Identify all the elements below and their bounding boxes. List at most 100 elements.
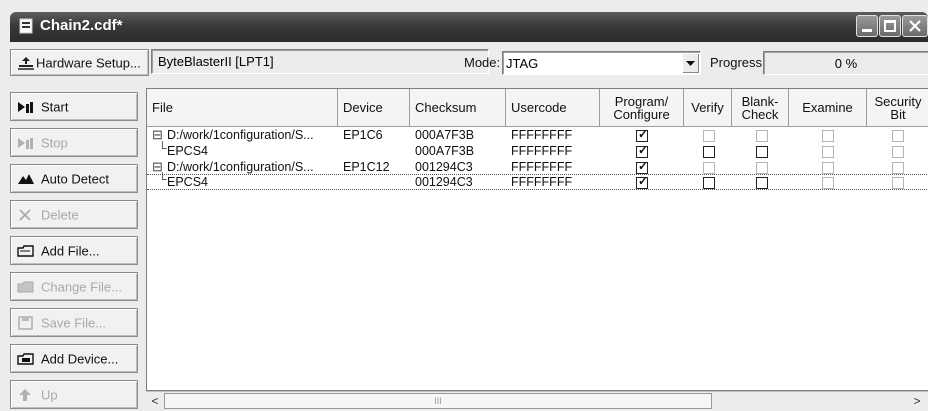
add-device-icon: [17, 352, 34, 365]
add-device-button[interactable]: Add Device...: [10, 344, 138, 373]
usercode-cell: FFFFFFFF: [511, 128, 573, 142]
verify-checkbox[interactable]: [703, 177, 715, 189]
title-bar[interactable]: Chain2.cdf*: [10, 12, 928, 42]
usercode-cell: FFFFFFFF: [511, 175, 573, 189]
add-file-button[interactable]: Add File...: [10, 236, 138, 265]
horizontal-scrollbar[interactable]: < III >: [146, 391, 928, 411]
verify-checkbox[interactable]: [703, 162, 715, 174]
programmer-window-icon: [19, 18, 33, 34]
auto-detect-icon: [18, 173, 34, 184]
scroll-right-icon[interactable]: >: [909, 393, 925, 409]
up-label: Up: [41, 387, 58, 402]
start-label: Start: [41, 99, 69, 114]
column-header-blank-check[interactable]: Blank- Check: [732, 89, 789, 127]
change-file-button[interactable]: Change File...: [10, 272, 138, 301]
checkmark-icon: ✓: [638, 174, 649, 188]
security-bit-checkbox[interactable]: [892, 146, 904, 158]
progress-bar: 0 %: [763, 51, 928, 75]
device-cell: EP1C6: [343, 128, 383, 142]
mode-value: JTAG: [506, 56, 539, 71]
progress-label: Progress:: [710, 55, 766, 70]
blank-check-checkbox[interactable]: [756, 130, 768, 142]
column-header-usercode[interactable]: Usercode: [506, 89, 600, 127]
verify-checkbox[interactable]: [703, 130, 715, 142]
column-header-security-bit[interactable]: Security Bit: [867, 89, 928, 127]
scrollbar-thumb[interactable]: III: [164, 393, 712, 409]
add-file-icon: [17, 244, 34, 257]
chain-window: Chain2.cdf* Hardware Setup... ByteBlaste…: [0, 0, 928, 411]
start-button[interactable]: Start: [10, 92, 138, 121]
checkmark-icon: ✓: [638, 127, 649, 141]
sidebar: Start Stop Auto Detect Delete Add File..…: [10, 82, 146, 411]
device-cell: EP1C12: [343, 160, 390, 174]
program-configure-checkbox[interactable]: ✓: [636, 174, 649, 189]
program-configure-checkbox[interactable]: ✓: [636, 127, 649, 142]
start-icon: [18, 101, 33, 113]
security-bit-checkbox[interactable]: [892, 177, 904, 189]
add-device-label: Add Device...: [41, 351, 119, 366]
examine-checkbox[interactable]: [822, 162, 834, 174]
progress-value: 0 %: [834, 56, 858, 71]
delete-label: Delete: [41, 207, 79, 222]
save-file-button[interactable]: Save File...: [10, 308, 138, 337]
stop-icon: [18, 137, 33, 149]
table-row[interactable]: └ EPCS4 001294C3 FFFFFFFF ✓: [147, 172, 928, 190]
checksum-cell: 000A7F3B: [415, 144, 475, 158]
add-file-label: Add File...: [41, 243, 100, 258]
file-cell: D:/work/1configuration/S...: [167, 128, 314, 142]
scroll-left-icon[interactable]: <: [147, 393, 163, 409]
chevron-down-icon: [686, 61, 695, 66]
toolbar: Hardware Setup... ByteBlasterII [LPT1] M…: [10, 42, 928, 81]
examine-checkbox[interactable]: [822, 146, 834, 158]
verify-checkbox[interactable]: [703, 146, 715, 158]
delete-x-icon: [19, 208, 31, 221]
hardware-display: ByteBlasterII [LPT1]: [151, 49, 489, 74]
checkmark-icon: ✓: [638, 143, 649, 157]
maximize-icon[interactable]: [879, 15, 901, 37]
auto-detect-button[interactable]: Auto Detect: [10, 164, 138, 193]
checksum-cell: 000A7F3B: [415, 128, 475, 142]
blank-check-checkbox[interactable]: [756, 162, 768, 174]
column-header-examine[interactable]: Examine: [789, 89, 867, 127]
device-chain-table: File Device Checksum Usercode Program/ C…: [146, 88, 928, 391]
program-configure-checkbox[interactable]: ✓: [636, 159, 649, 174]
scrollbar-grip: III: [434, 396, 442, 406]
save-file-icon: [18, 315, 33, 330]
change-file-icon: [17, 281, 34, 292]
tree-branch-icon: └: [158, 141, 167, 155]
examine-checkbox[interactable]: [822, 130, 834, 142]
checksum-cell: 001294C3: [415, 175, 473, 189]
checkmark-icon: ✓: [638, 159, 649, 173]
hardware-setup-button[interactable]: Hardware Setup...: [10, 49, 149, 76]
stop-label: Stop: [41, 135, 68, 150]
usercode-cell: FFFFFFFF: [511, 144, 573, 158]
delete-button[interactable]: Delete: [10, 200, 138, 229]
column-header-device[interactable]: Device: [338, 89, 410, 127]
file-cell: EPCS4: [167, 144, 208, 158]
checksum-cell: 001294C3: [415, 160, 473, 174]
blank-check-checkbox[interactable]: [756, 146, 768, 158]
save-file-label: Save File...: [41, 315, 107, 330]
column-header-verify[interactable]: Verify: [684, 89, 732, 127]
minimize-icon[interactable]: [856, 15, 878, 37]
mode-label: Mode:: [464, 55, 501, 70]
mode-select[interactable]: JTAG: [502, 51, 701, 75]
security-bit-checkbox[interactable]: [892, 162, 904, 174]
hardware-setup-label: Hardware Setup...: [36, 55, 141, 70]
column-header-program-configure[interactable]: Program/ Configure: [600, 89, 684, 127]
program-configure-checkbox[interactable]: ✓: [636, 143, 649, 158]
column-header-checksum[interactable]: Checksum: [410, 89, 506, 127]
examine-checkbox[interactable]: [822, 177, 834, 189]
file-cell: EPCS4: [167, 175, 208, 189]
close-icon[interactable]: [902, 15, 928, 37]
file-cell: D:/work/1configuration/S...: [167, 160, 314, 174]
stop-button[interactable]: Stop: [10, 128, 138, 157]
dropdown-arrow-button[interactable]: [682, 53, 699, 73]
security-bit-checkbox[interactable]: [892, 130, 904, 142]
window-title: Chain2.cdf*: [40, 17, 123, 34]
usercode-cell: FFFFFFFF: [511, 160, 573, 174]
up-icon: [19, 388, 31, 401]
blank-check-checkbox[interactable]: [756, 177, 768, 189]
column-header-file[interactable]: File: [147, 89, 338, 127]
up-button[interactable]: Up: [10, 380, 138, 409]
